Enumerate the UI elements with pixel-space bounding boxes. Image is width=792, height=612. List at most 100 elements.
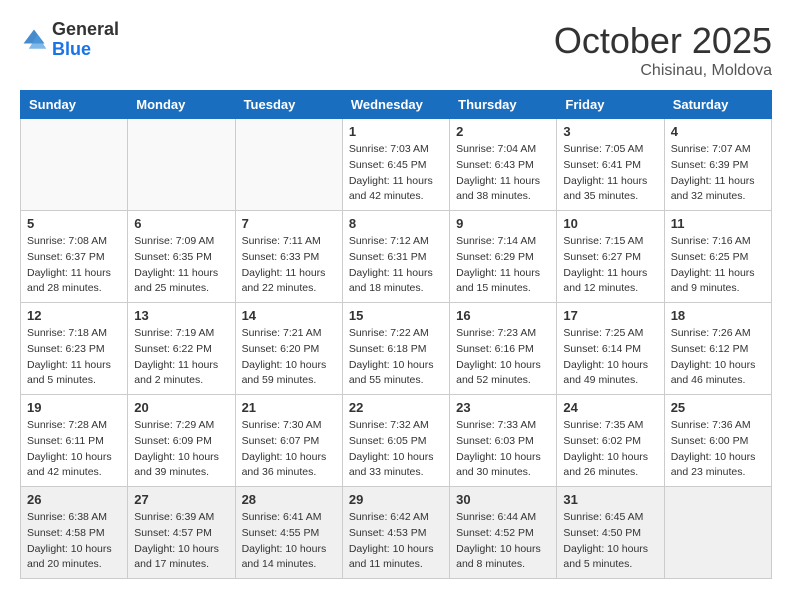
day-number: 18	[671, 308, 765, 323]
calendar-cell: 25 Sunrise: 7:36 AM Sunset: 6:00 PM Dayli…	[664, 395, 771, 487]
calendar-cell: 10Sunrise: 7:15 AM Sunset: 6:27 PM Dayli…	[557, 211, 664, 303]
calendar-cell	[235, 119, 342, 211]
day-info: Sunrise: 6:39 AM Sunset: 4:57 PM Dayligh…	[134, 510, 228, 573]
day-info: Sunrise: 6:42 AM Sunset: 4:53 PM Dayligh…	[349, 510, 443, 573]
weekday-header-tuesday: Tuesday	[235, 91, 342, 119]
calendar-cell: 1 Sunrise: 7:03 AM Sunset: 6:45 PM Daylig…	[342, 119, 449, 211]
day-number: 15	[349, 308, 443, 323]
calendar-week-row: 5 Sunrise: 7:08 AM Sunset: 6:37 PM Daylig…	[21, 211, 772, 303]
day-info: Sunrise: 7:09 AM Sunset: 6:35 PM Dayligh…	[134, 234, 228, 297]
month-title: October 2025	[554, 20, 772, 62]
day-info: Sunrise: 7:32 AM Sunset: 6:05 PM Dayligh…	[349, 418, 443, 481]
day-number: 7	[242, 216, 336, 231]
calendar-cell	[21, 119, 128, 211]
day-number: 5	[27, 216, 121, 231]
day-number: 23	[456, 400, 550, 415]
weekday-header-saturday: Saturday	[664, 91, 771, 119]
calendar-cell: 13 Sunrise: 7:19 AM Sunset: 6:22 PM Dayli…	[128, 303, 235, 395]
calendar-table: SundayMondayTuesdayWednesdayThursdayFrid…	[20, 90, 772, 579]
logo-icon	[20, 26, 48, 54]
day-info: Sunrise: 7:18 AM Sunset: 6:23 PM Dayligh…	[27, 326, 121, 389]
weekday-header-wednesday: Wednesday	[342, 91, 449, 119]
day-info: Sunrise: 7:07 AM Sunset: 6:39 PM Dayligh…	[671, 142, 765, 205]
day-info: Sunrise: 7:33 AM Sunset: 6:03 PM Dayligh…	[456, 418, 550, 481]
day-info: Sunrise: 6:38 AM Sunset: 4:58 PM Dayligh…	[27, 510, 121, 573]
calendar-cell: 3 Sunrise: 7:05 AM Sunset: 6:41 PM Daylig…	[557, 119, 664, 211]
calendar-cell: 22 Sunrise: 7:32 AM Sunset: 6:05 PM Dayli…	[342, 395, 449, 487]
weekday-header-row: SundayMondayTuesdayWednesdayThursdayFrid…	[21, 91, 772, 119]
weekday-header-thursday: Thursday	[450, 91, 557, 119]
day-number: 12	[27, 308, 121, 323]
title-block: October 2025 Chisinau, Moldova	[554, 20, 772, 80]
day-info: Sunrise: 7:08 AM Sunset: 6:37 PM Dayligh…	[27, 234, 121, 297]
calendar-cell: 9Sunrise: 7:14 AM Sunset: 6:29 PM Daylig…	[450, 211, 557, 303]
day-number: 31	[563, 492, 657, 507]
day-number: 6	[134, 216, 228, 231]
calendar-cell: 19 Sunrise: 7:28 AM Sunset: 6:11 PM Dayli…	[21, 395, 128, 487]
calendar-cell: 15Sunrise: 7:22 AM Sunset: 6:18 PM Dayli…	[342, 303, 449, 395]
calendar-cell: 8 Sunrise: 7:12 AM Sunset: 6:31 PM Daylig…	[342, 211, 449, 303]
day-info: Sunrise: 6:41 AM Sunset: 4:55 PM Dayligh…	[242, 510, 336, 573]
day-info: Sunrise: 7:30 AM Sunset: 6:07 PM Dayligh…	[242, 418, 336, 481]
day-number: 25	[671, 400, 765, 415]
day-info: Sunrise: 7:35 AM Sunset: 6:02 PM Dayligh…	[563, 418, 657, 481]
day-info: Sunrise: 6:45 AM Sunset: 4:50 PM Dayligh…	[563, 510, 657, 573]
logo: General Blue	[20, 20, 119, 60]
calendar-week-row: 19 Sunrise: 7:28 AM Sunset: 6:11 PM Dayli…	[21, 395, 772, 487]
location-subtitle: Chisinau, Moldova	[554, 62, 772, 80]
calendar-cell	[664, 487, 771, 579]
day-info: Sunrise: 7:25 AM Sunset: 6:14 PM Dayligh…	[563, 326, 657, 389]
day-info: Sunrise: 7:11 AM Sunset: 6:33 PM Dayligh…	[242, 234, 336, 297]
day-number: 21	[242, 400, 336, 415]
calendar-cell: 29Sunrise: 6:42 AM Sunset: 4:53 PM Dayli…	[342, 487, 449, 579]
logo-text: General Blue	[52, 20, 119, 60]
calendar-cell: 26 Sunrise: 6:38 AM Sunset: 4:58 PM Dayli…	[21, 487, 128, 579]
day-info: Sunrise: 6:44 AM Sunset: 4:52 PM Dayligh…	[456, 510, 550, 573]
calendar-cell: 7 Sunrise: 7:11 AM Sunset: 6:33 PM Daylig…	[235, 211, 342, 303]
day-number: 22	[349, 400, 443, 415]
day-number: 4	[671, 124, 765, 139]
day-number: 10	[563, 216, 657, 231]
calendar-week-row: 1 Sunrise: 7:03 AM Sunset: 6:45 PM Daylig…	[21, 119, 772, 211]
calendar-cell	[128, 119, 235, 211]
day-number: 26	[27, 492, 121, 507]
calendar-cell: 14Sunrise: 7:21 AM Sunset: 6:20 PM Dayli…	[235, 303, 342, 395]
day-info: Sunrise: 7:04 AM Sunset: 6:43 PM Dayligh…	[456, 142, 550, 205]
day-info: Sunrise: 7:19 AM Sunset: 6:22 PM Dayligh…	[134, 326, 228, 389]
day-info: Sunrise: 7:36 AM Sunset: 6:00 PM Dayligh…	[671, 418, 765, 481]
calendar-cell: 30Sunrise: 6:44 AM Sunset: 4:52 PM Dayli…	[450, 487, 557, 579]
day-info: Sunrise: 7:05 AM Sunset: 6:41 PM Dayligh…	[563, 142, 657, 205]
calendar-cell: 23 Sunrise: 7:33 AM Sunset: 6:03 PM Dayli…	[450, 395, 557, 487]
day-info: Sunrise: 7:26 AM Sunset: 6:12 PM Dayligh…	[671, 326, 765, 389]
day-info: Sunrise: 7:03 AM Sunset: 6:45 PM Dayligh…	[349, 142, 443, 205]
calendar-week-row: 12 Sunrise: 7:18 AM Sunset: 6:23 PM Dayli…	[21, 303, 772, 395]
day-info: Sunrise: 7:14 AM Sunset: 6:29 PM Dayligh…	[456, 234, 550, 297]
day-info: Sunrise: 7:16 AM Sunset: 6:25 PM Dayligh…	[671, 234, 765, 297]
day-number: 1	[349, 124, 443, 139]
day-info: Sunrise: 7:29 AM Sunset: 6:09 PM Dayligh…	[134, 418, 228, 481]
calendar-cell: 11Sunrise: 7:16 AM Sunset: 6:25 PM Dayli…	[664, 211, 771, 303]
day-number: 8	[349, 216, 443, 231]
calendar-cell: 20Sunrise: 7:29 AM Sunset: 6:09 PM Dayli…	[128, 395, 235, 487]
weekday-header-sunday: Sunday	[21, 91, 128, 119]
day-number: 14	[242, 308, 336, 323]
calendar-cell: 28Sunrise: 6:41 AM Sunset: 4:55 PM Dayli…	[235, 487, 342, 579]
calendar-cell: 6 Sunrise: 7:09 AM Sunset: 6:35 PM Daylig…	[128, 211, 235, 303]
calendar-cell: 27Sunrise: 6:39 AM Sunset: 4:57 PM Dayli…	[128, 487, 235, 579]
calendar-cell: 16Sunrise: 7:23 AM Sunset: 6:16 PM Dayli…	[450, 303, 557, 395]
weekday-header-monday: Monday	[128, 91, 235, 119]
day-number: 19	[27, 400, 121, 415]
day-number: 13	[134, 308, 228, 323]
day-number: 17	[563, 308, 657, 323]
day-info: Sunrise: 7:28 AM Sunset: 6:11 PM Dayligh…	[27, 418, 121, 481]
weekday-header-friday: Friday	[557, 91, 664, 119]
day-info: Sunrise: 7:12 AM Sunset: 6:31 PM Dayligh…	[349, 234, 443, 297]
calendar-cell: 21 Sunrise: 7:30 AM Sunset: 6:07 PM Dayli…	[235, 395, 342, 487]
calendar-cell: 2Sunrise: 7:04 AM Sunset: 6:43 PM Daylig…	[450, 119, 557, 211]
page-header: General Blue October 2025 Chisinau, Mold…	[20, 20, 772, 80]
logo-general: General	[52, 20, 119, 40]
day-number: 24	[563, 400, 657, 415]
calendar-cell: 5 Sunrise: 7:08 AM Sunset: 6:37 PM Daylig…	[21, 211, 128, 303]
calendar-cell: 31 Sunrise: 6:45 AM Sunset: 4:50 PM Dayli…	[557, 487, 664, 579]
day-number: 3	[563, 124, 657, 139]
